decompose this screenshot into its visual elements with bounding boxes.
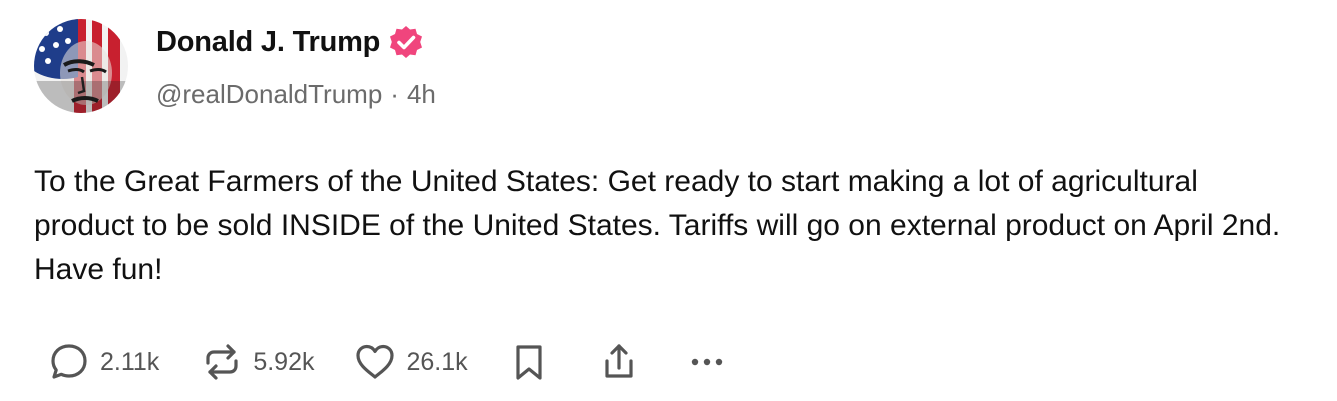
share-icon	[605, 344, 633, 378]
reply-bubble-icon	[51, 344, 87, 379]
author-row: Donald J. Trump	[156, 24, 424, 60]
post-timestamp[interactable]: 4h	[407, 79, 436, 110]
bookmark-button[interactable]	[508, 341, 550, 383]
repost-count: 5.92k	[253, 347, 315, 376]
like-count: 26.1k	[406, 347, 468, 376]
repost-arrows-icon	[206, 344, 238, 380]
bookmark-icon	[516, 345, 542, 380]
post-text: To the Great Farmers of the United State…	[34, 165, 1281, 286]
post-card: Donald J. Trump @realDonaldTrump · 4h To…	[0, 0, 1337, 401]
more-options-button[interactable]	[686, 341, 728, 383]
reply-button[interactable]: 2.11k	[48, 341, 159, 383]
heart-icon	[356, 344, 395, 379]
separator-dot: ·	[390, 79, 399, 109]
author-display-name[interactable]: Donald J. Trump	[156, 26, 380, 59]
handle-row: @realDonaldTrump · 4h	[156, 79, 436, 110]
more-dots-icon	[691, 358, 722, 366]
avatar-image	[34, 19, 128, 113]
verified-badge-icon	[388, 24, 424, 60]
action-bar: 2.11k 5.92k 26.1k	[48, 340, 728, 384]
author-handle[interactable]: @realDonaldTrump	[156, 79, 382, 110]
share-button[interactable]	[598, 341, 640, 383]
reply-count: 2.11k	[100, 347, 160, 376]
avatar[interactable]	[34, 19, 128, 113]
like-button[interactable]: 26.1k	[354, 341, 468, 383]
repost-button[interactable]: 5.92k	[201, 341, 314, 383]
